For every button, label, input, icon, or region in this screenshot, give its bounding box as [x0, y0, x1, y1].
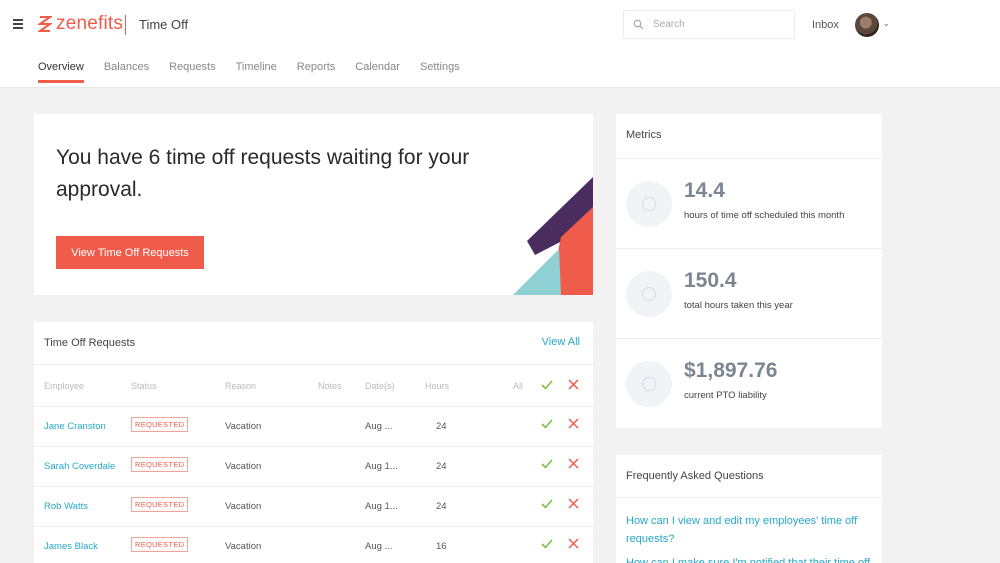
reject-x-icon[interactable]	[568, 538, 579, 549]
logo-divider	[125, 15, 126, 35]
approve-check-icon[interactable]	[541, 458, 553, 470]
logo-text: zenefits	[56, 13, 123, 35]
pending-approvals-message: You have 6 time off requests waiting for…	[56, 142, 536, 206]
reject-all-x-icon[interactable]	[568, 379, 579, 390]
metrics-card-title: Metrics	[626, 129, 661, 141]
date-cell: Aug 1...	[365, 461, 398, 472]
metric-value: 150.4	[684, 269, 737, 293]
reason-cell: Vacation	[225, 541, 261, 552]
reason-cell: Vacation	[225, 461, 261, 472]
employee-link[interactable]: James Black	[44, 541, 98, 552]
reason-cell: Vacation	[225, 421, 261, 432]
hours-cell: 24	[436, 501, 447, 512]
employee-link[interactable]: Jane Cranston	[44, 421, 106, 432]
hours-cell: 16	[436, 541, 447, 552]
metric-pto-liability: $1,897.76 current PTO liability	[616, 338, 882, 428]
time-off-requests-card: Time Off Requests View All Employee Stat…	[34, 322, 593, 563]
zenefits-logo-mark-icon	[38, 14, 52, 34]
hamburger-menu-icon[interactable]	[13, 19, 23, 30]
reason-cell: Vacation	[225, 501, 261, 512]
status-badge: REQUESTED	[131, 417, 188, 432]
approve-check-icon[interactable]	[541, 418, 553, 430]
tab-bar: Overview Balances Requests Timeline Repo…	[38, 61, 480, 82]
faq-card-title: Frequently Asked Questions	[626, 470, 764, 482]
chevron-down-icon[interactable]: ⌄	[883, 19, 890, 28]
pending-approvals-card: You have 6 time off requests waiting for…	[34, 114, 593, 295]
search-input[interactable]: Search	[623, 10, 795, 39]
table-row: James Black REQUESTED Vacation Aug ... 1…	[34, 526, 593, 563]
metric-value: $1,897.76	[684, 359, 777, 383]
column-header-dates[interactable]: Date(s)	[365, 381, 395, 391]
table-row: Sarah Coverdale REQUESTED Vacation Aug 1…	[34, 446, 593, 486]
divider	[34, 364, 593, 365]
column-header-reason[interactable]: Reason	[225, 381, 256, 391]
approve-all-check-icon[interactable]	[541, 379, 553, 391]
app-title: Time Off	[139, 17, 188, 32]
search-placeholder: Search	[653, 19, 685, 30]
money-icon	[626, 361, 672, 407]
tab-balances[interactable]: Balances	[104, 61, 149, 82]
hours-cell: 24	[436, 421, 447, 432]
hours-cell: 24	[436, 461, 447, 472]
date-cell: Aug ...	[365, 421, 392, 432]
column-header-status[interactable]: Status	[131, 381, 157, 391]
tab-reports[interactable]: Reports	[297, 61, 336, 82]
status-badge: REQUESTED	[131, 457, 188, 472]
metrics-card: Metrics 14.4 hours of time off scheduled…	[616, 114, 882, 428]
tab-overview[interactable]: Overview	[38, 61, 84, 82]
table-row: Rob Watts REQUESTED Vacation Aug 1... 24	[34, 486, 593, 526]
employee-link[interactable]: Rob Watts	[44, 501, 88, 512]
view-time-off-requests-button[interactable]: View Time Off Requests	[56, 236, 204, 269]
employee-link[interactable]: Sarah Coverdale	[44, 461, 115, 472]
zenefits-logo[interactable]: zenefits	[38, 13, 123, 35]
date-cell: Aug 1...	[365, 501, 398, 512]
tab-settings[interactable]: Settings	[420, 61, 460, 82]
date-cell: Aug ...	[365, 541, 392, 552]
column-header-employee[interactable]: Employee	[44, 381, 84, 391]
status-badge: REQUESTED	[131, 537, 188, 552]
inbox-link[interactable]: Inbox	[812, 19, 839, 31]
column-header-all: All	[513, 381, 523, 391]
metric-hours-taken: 150.4 total hours taken this year	[616, 248, 882, 338]
decorative-geometric-art	[513, 177, 593, 295]
metric-label: total hours taken this year	[684, 300, 793, 311]
clock-icon	[626, 181, 672, 227]
approve-check-icon[interactable]	[541, 498, 553, 510]
faq-question-link[interactable]: How can I make sure I'm notified that th…	[626, 554, 872, 563]
requests-card-title: Time Off Requests	[44, 337, 135, 349]
tab-timeline[interactable]: Timeline	[236, 61, 277, 82]
user-avatar[interactable]	[855, 13, 879, 37]
search-icon	[633, 19, 644, 30]
column-header-notes[interactable]: Notes	[318, 381, 342, 391]
reject-x-icon[interactable]	[568, 498, 579, 509]
metric-label: hours of time off scheduled this month	[684, 210, 844, 221]
view-all-link[interactable]: View All	[542, 336, 580, 348]
divider	[616, 497, 882, 498]
faq-question-link[interactable]: How can I view and edit my employees' ti…	[626, 512, 872, 548]
tab-requests[interactable]: Requests	[169, 61, 215, 82]
metric-value: 14.4	[684, 179, 725, 203]
hourglass-icon	[626, 271, 672, 317]
column-header-hours[interactable]: Hours	[425, 381, 449, 391]
faq-card: Frequently Asked Questions How can I vie…	[616, 455, 882, 563]
metric-scheduled-hours: 14.4 hours of time off scheduled this mo…	[616, 158, 882, 248]
status-badge: REQUESTED	[131, 497, 188, 512]
approve-check-icon[interactable]	[541, 538, 553, 550]
table-row: Jane Cranston REQUESTED Vacation Aug ...…	[34, 406, 593, 446]
reject-x-icon[interactable]	[568, 418, 579, 429]
reject-x-icon[interactable]	[568, 458, 579, 469]
tab-calendar[interactable]: Calendar	[355, 61, 400, 82]
top-bar: zenefits Time Off Search Inbox ⌄ Overvie…	[0, 0, 1000, 88]
metric-label: current PTO liability	[684, 390, 767, 401]
